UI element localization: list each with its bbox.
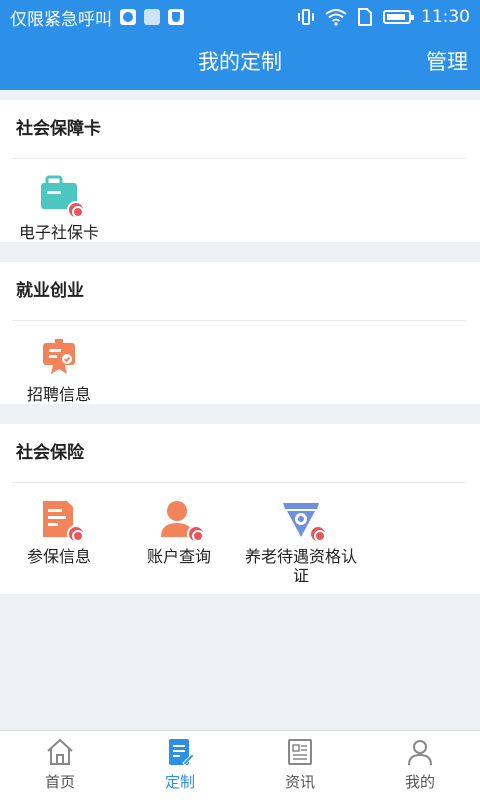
news-icon (288, 739, 312, 765)
item-label: 账户查询 (146, 547, 211, 566)
account-person-icon (159, 499, 205, 543)
app-header: 我的定制 管理 (0, 34, 480, 90)
customize-icon (169, 739, 195, 766)
recruitment-icon (39, 337, 79, 377)
item-electronic-social-card[interactable]: 电子社保卡 (0, 159, 118, 242)
item-label: 养老待遇资格认证 (244, 547, 357, 585)
nav-label: 资讯 (284, 773, 315, 791)
nav-home[interactable]: 首页 (0, 731, 120, 800)
notification-app-icon (120, 9, 136, 25)
shield-notification-icon (168, 9, 184, 25)
item-pension-certification[interactable]: 养老待遇资格认证 (240, 483, 362, 585)
badge-icon (67, 525, 85, 543)
pension-certification-icon (281, 499, 327, 543)
carrier-text: 仅限紧急呼叫 (10, 9, 112, 30)
section-title: 社会保险 (16, 443, 84, 463)
page-title: 我的定制 (198, 50, 282, 74)
section-employment: 就业创业 招聘信息 (0, 262, 480, 404)
item-label: 参保信息 (26, 547, 91, 566)
social-security-card-icon (39, 175, 85, 219)
status-bar: 仅限紧急呼叫 11:30 (0, 0, 480, 34)
nav-label: 首页 (44, 773, 75, 791)
badge-icon (309, 525, 327, 543)
profile-icon (408, 740, 432, 766)
manage-button[interactable]: 管理 (426, 34, 468, 90)
section-social-security-card: 社会保障卡 电子社保卡 (0, 100, 480, 242)
vibrate-icon (298, 9, 314, 25)
badge-icon (67, 201, 85, 219)
nav-label: 我的 (404, 773, 435, 791)
section-title: 就业创业 (16, 281, 84, 301)
wifi-icon (325, 9, 347, 26)
battery-icon (383, 10, 414, 24)
badge-icon (187, 525, 205, 543)
item-account-query[interactable]: 账户查询 (120, 483, 238, 566)
item-insurance-info[interactable]: 参保信息 (0, 483, 118, 566)
section-title: 社会保障卡 (16, 119, 101, 139)
item-recruitment-info[interactable]: 招聘信息 (0, 321, 118, 404)
item-label: 电子社保卡 (18, 223, 99, 242)
status-time: 11:30 (421, 7, 470, 27)
nav-news[interactable]: 资讯 (240, 731, 360, 800)
content-area: 社会保障卡 电子社保卡 就业创业 招聘信息 社会保险 参保信息 账户查询 养老待… (0, 90, 480, 730)
insurance-document-icon (39, 499, 85, 543)
home-icon (47, 738, 73, 765)
item-label: 招聘信息 (26, 385, 91, 404)
image-notification-icon (144, 9, 160, 25)
nav-customize[interactable]: 定制 (120, 731, 240, 800)
nav-profile[interactable]: 我的 (360, 731, 480, 800)
section-social-insurance: 社会保险 参保信息 账户查询 养老待遇资格认证 (0, 424, 480, 594)
sim-card-icon (358, 8, 372, 26)
bottom-navigation: 首页 定制 资讯 我的 (0, 730, 480, 800)
nav-label: 定制 (164, 773, 195, 791)
